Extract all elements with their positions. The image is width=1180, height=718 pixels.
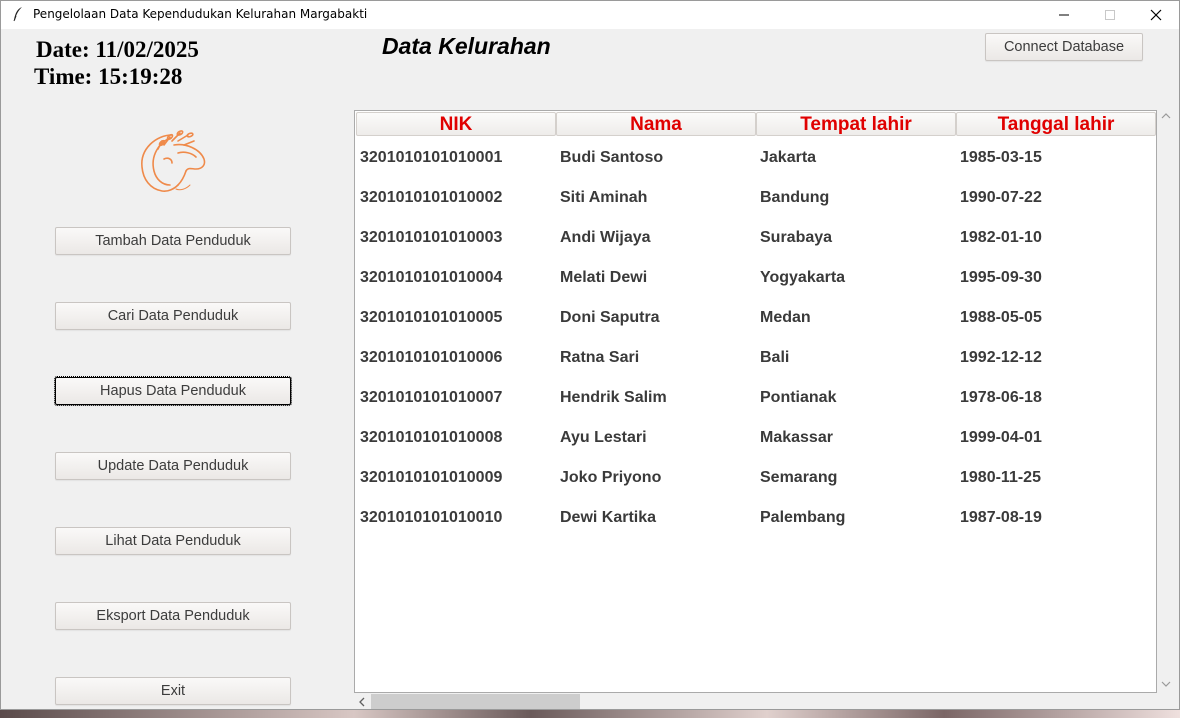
column-header-tanggal-lahir[interactable]: Tanggal lahir [956,112,1156,136]
cell-tanggal-lahir: 1987-08-19 [960,509,1042,526]
cell-tanggal-lahir: 1982-01-10 [960,229,1042,246]
cell-tempat-lahir: Bandung [760,189,830,206]
cell-tempat-lahir: Yogyakarta [760,269,846,286]
maximize-button[interactable] [1087,1,1133,29]
cell-tanggal-lahir: 1980-11-25 [960,469,1041,486]
table-row[interactable]: 3201010101010006 Ratna Sari Bali 1992-12… [355,349,1155,389]
exit-button[interactable]: Exit [55,677,291,705]
cell-tempat-lahir: Pontianak [760,389,837,406]
table-row[interactable]: 3201010101010008 Ayu Lestari Makassar 19… [355,429,1155,469]
data-table[interactable]: NIK Nama Tempat lahir Tanggal lahir 3201… [354,110,1157,693]
table-row[interactable]: 3201010101010005 Doni Saputra Medan 1988… [355,309,1155,349]
feather-icon [11,6,25,22]
cell-tanggal-lahir: 1985-03-15 [960,149,1042,166]
tambah-data-button[interactable]: Tambah Data Penduduk [55,227,291,255]
cell-tanggal-lahir: 1999-04-01 [960,429,1042,446]
table-row[interactable]: 3201010101010009 Joko Priyono Semarang 1… [355,469,1155,509]
table-row[interactable]: 3201010101010007 Hendrik Salim Pontianak… [355,389,1155,429]
cell-tanggal-lahir: 1990-07-22 [960,189,1042,206]
table-row[interactable]: 3201010101010010 Dewi Kartika Palembang … [355,509,1155,549]
window-title: Pengelolaan Data Kependudukan Kelurahan … [33,7,368,21]
cell-nik: 3201010101010007 [360,389,503,406]
minimize-icon [1059,14,1069,16]
table-row[interactable]: 3201010101010002 Siti Aminah Bandung 199… [355,189,1155,229]
horizontal-scrollbar[interactable] [354,693,1157,709]
cell-nama: Ayu Lestari [560,429,647,446]
cell-tempat-lahir: Makassar [760,429,833,446]
cell-nik: 3201010101010004 [360,269,503,286]
cell-nama: Siti Aminah [560,189,648,206]
cell-nik: 3201010101010008 [360,429,503,446]
cell-nama: Andi Wijaya [560,229,651,246]
app-window: Pengelolaan Data Kependudukan Kelurahan … [0,0,1180,710]
cell-nama: Joko Priyono [560,469,662,486]
column-header-nama[interactable]: Nama [556,112,756,136]
cell-nik: 3201010101010001 [360,149,503,166]
cell-tanggal-lahir: 1978-06-18 [960,389,1042,406]
cell-tanggal-lahir: 1992-12-12 [960,349,1042,366]
cell-tempat-lahir: Surabaya [760,229,833,246]
scroll-up-icon[interactable] [1161,112,1171,123]
cell-tempat-lahir: Semarang [760,469,838,486]
eksport-data-button[interactable]: Eksport Data Penduduk [55,602,291,630]
cell-nama: Dewi Kartika [560,509,657,526]
cell-tanggal-lahir: 1988-05-05 [960,309,1042,326]
minimize-button[interactable] [1041,1,1087,29]
table-row[interactable]: 3201010101010003 Andi Wijaya Surabaya 19… [355,229,1155,269]
table-row[interactable]: 3201010101010001 Budi Santoso Jakarta 19… [355,149,1155,189]
profile-head-logo [134,119,214,199]
scroll-down-icon[interactable] [1161,680,1171,691]
cell-tempat-lahir: Medan [760,309,811,326]
cell-nik: 3201010101010010 [360,509,503,526]
horizontal-scroll-thumb[interactable] [371,694,580,709]
cell-tempat-lahir: Bali [760,349,790,366]
cell-tanggal-lahir: 1995-09-30 [960,269,1042,286]
time-label: Time: 15:19:28 [34,64,183,89]
cell-tempat-lahir: Palembang [760,509,846,526]
cari-data-button[interactable]: Cari Data Penduduk [55,302,291,330]
cell-tempat-lahir: Jakarta [760,149,817,166]
date-label: Date: 11/02/2025 [36,37,199,62]
cell-nama: Ratna Sari [560,349,640,366]
column-header-nik[interactable]: NIK [356,112,556,136]
column-header-tempat-lahir[interactable]: Tempat lahir [756,112,956,136]
desktop-background [0,710,1180,718]
scroll-left-icon[interactable] [358,697,366,709]
cell-nik: 3201010101010009 [360,469,503,486]
update-data-button[interactable]: Update Data Penduduk [55,452,291,480]
cell-nik: 3201010101010002 [360,189,503,206]
hapus-data-button[interactable]: Hapus Data Penduduk [54,376,292,406]
page-title: Data Kelurahan [382,33,551,59]
close-icon [1150,9,1162,21]
title-bar[interactable]: Pengelolaan Data Kependudukan Kelurahan … [1,1,1179,29]
cell-nama: Melati Dewi [560,269,648,286]
cell-nama: Budi Santoso [560,149,664,166]
cell-nama: Hendrik Salim [560,389,667,406]
cell-nik: 3201010101010006 [360,349,503,366]
maximize-icon [1105,10,1115,20]
table-row[interactable]: 3201010101010004 Melati Dewi Yogyakarta … [355,269,1155,309]
cell-nik: 3201010101010003 [360,229,503,246]
cell-nama: Doni Saputra [560,309,660,326]
vertical-scrollbar[interactable] [1157,110,1175,693]
connect-database-button[interactable]: Connect Database [985,33,1143,61]
lihat-data-button[interactable]: Lihat Data Penduduk [55,527,291,555]
cell-nik: 3201010101010005 [360,309,503,326]
close-button[interactable] [1133,1,1179,29]
